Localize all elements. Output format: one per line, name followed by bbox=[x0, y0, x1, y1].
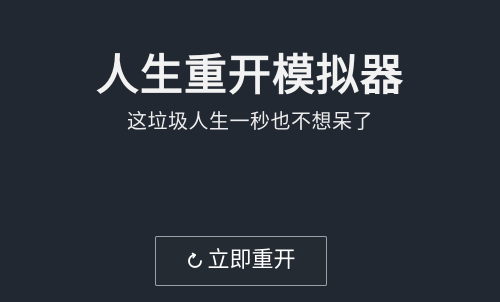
page-subtitle: 这垃圾人生一秒也不想呆了 bbox=[127, 109, 373, 133]
app-screen: 人生重开模拟器 这垃圾人生一秒也不想呆了 立即重开 bbox=[0, 0, 500, 302]
refresh-icon bbox=[186, 252, 204, 270]
restart-button-label: 立即重开 bbox=[207, 248, 296, 273]
restart-button[interactable]: 立即重开 bbox=[155, 236, 327, 286]
page-title: 人生重开模拟器 bbox=[96, 51, 404, 101]
